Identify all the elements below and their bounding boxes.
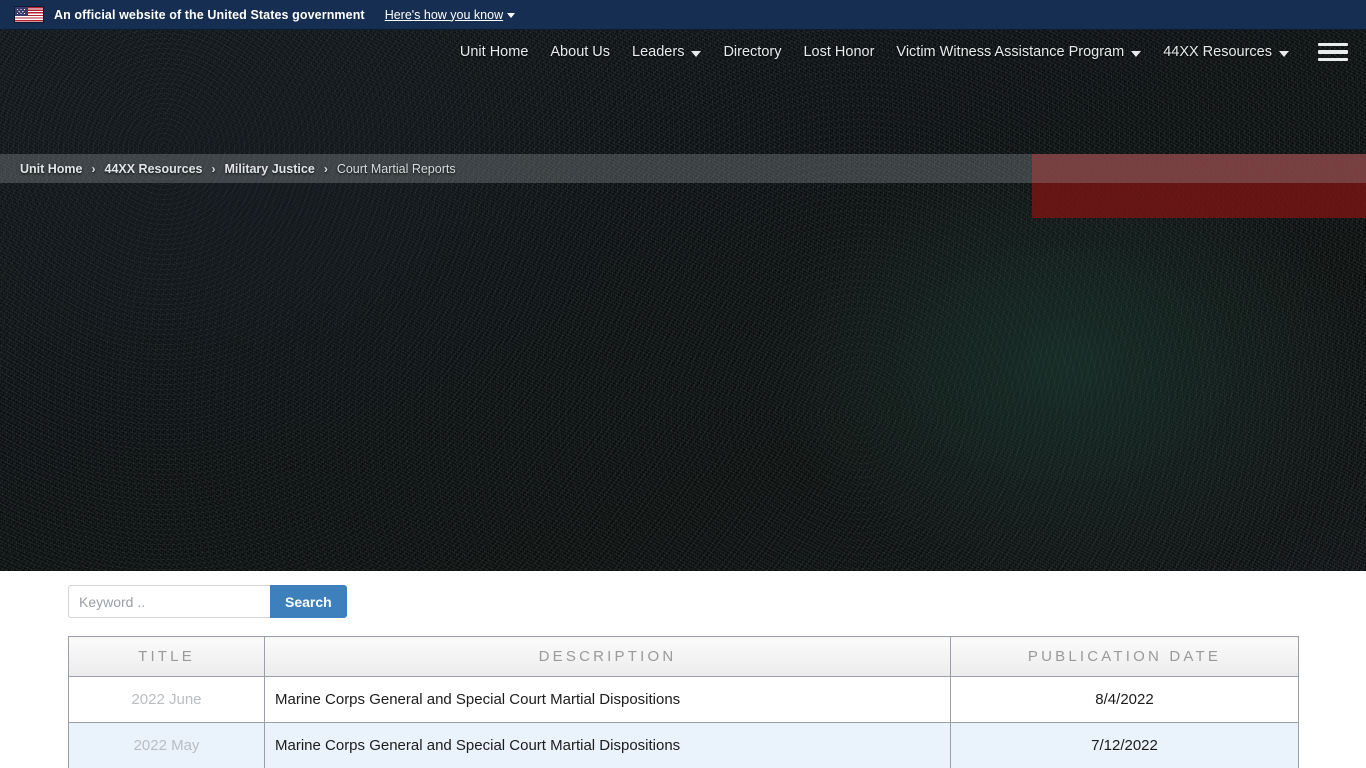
how-you-know-label[interactable]: Here's how you know bbox=[385, 8, 503, 22]
main-content: Search TITLE DESCRIPTION PUBLICATION DAT… bbox=[0, 571, 1366, 768]
breadcrumb-separator-icon: › bbox=[211, 161, 216, 176]
chevron-down-icon bbox=[1131, 50, 1142, 57]
nav-label: Directory bbox=[723, 44, 782, 60]
table-header-row: TITLE DESCRIPTION PUBLICATION DATE bbox=[68, 636, 1299, 677]
table-head: TITLE DESCRIPTION PUBLICATION DATE bbox=[68, 636, 1299, 677]
nav-item-victim-witness-assistance-program[interactable]: Victim Witness Assistance Program bbox=[885, 38, 1152, 66]
column-header-title[interactable]: TITLE bbox=[68, 636, 265, 677]
nav-item-directory[interactable]: Directory bbox=[712, 38, 792, 66]
cell-title: 2022 May bbox=[68, 722, 265, 768]
chevron-down-icon bbox=[507, 13, 516, 18]
cell-title: 2022 June bbox=[68, 676, 265, 723]
cell-description: Marine Corps General and Special Court M… bbox=[264, 676, 951, 723]
breadcrumb: Unit Home › 44XX Resources › Military Ju… bbox=[0, 154, 1366, 183]
column-header-publication-date[interactable]: PUBLICATION DATE bbox=[950, 636, 1299, 677]
chevron-down-icon bbox=[691, 50, 702, 57]
nav-item-unit-home[interactable]: Unit Home bbox=[449, 38, 540, 66]
gov-banner-text: An official website of the United States… bbox=[54, 7, 365, 22]
nav-item-44xx-resources[interactable]: 44XX Resources bbox=[1152, 38, 1300, 66]
gov-banner: An official website of the United States… bbox=[0, 0, 1366, 30]
breadcrumb-item-44xx-resources[interactable]: 44XX Resources bbox=[105, 162, 203, 176]
hamburger-bar bbox=[1318, 50, 1348, 54]
breadcrumb-separator-icon: › bbox=[323, 161, 328, 176]
court-martial-reports-table: TITLE DESCRIPTION PUBLICATION DATE 2022 … bbox=[68, 636, 1299, 768]
nav-label: Lost Honor bbox=[803, 44, 875, 60]
breadcrumb-item-military-justice[interactable]: Military Justice bbox=[224, 162, 314, 176]
breadcrumb-item-unit-home[interactable]: Unit Home bbox=[20, 162, 83, 176]
cell-publication-date: 8/4/2022 bbox=[950, 676, 1299, 723]
us-flag-icon bbox=[14, 6, 44, 23]
main-navigation: Unit Home About Us Leaders Directory Los… bbox=[0, 30, 1366, 74]
nav-label: Unit Home bbox=[459, 44, 529, 60]
chevron-down-icon bbox=[1279, 50, 1289, 57]
breadcrumb-item-court-martial-reports: Court Martial Reports bbox=[336, 161, 456, 176]
nav-item-about-us[interactable]: About Us bbox=[539, 38, 621, 66]
search-bar: Search bbox=[68, 585, 347, 618]
report-link[interactable]: 2022 May bbox=[134, 737, 200, 754]
reports-table-wrapper: TITLE DESCRIPTION PUBLICATION DATE 2022 … bbox=[68, 636, 1299, 768]
nav-item-leaders[interactable]: Leaders bbox=[621, 38, 712, 66]
table-row[interactable]: 2022 June Marine Corps General and Speci… bbox=[68, 676, 1299, 723]
hamburger-bar bbox=[1318, 42, 1348, 47]
nav-label: Victim Witness Assistance Program bbox=[896, 44, 1125, 60]
how-you-know-toggle[interactable]: Here's how you know bbox=[385, 8, 516, 22]
table-body: 2022 June Marine Corps General and Speci… bbox=[68, 676, 1299, 768]
cell-description: Marine Corps General and Special Court M… bbox=[264, 722, 951, 768]
hamburger-bar bbox=[1318, 57, 1348, 62]
hero-banner: Unit Home About Us Leaders Directory Los… bbox=[0, 30, 1366, 571]
nav-label: 44XX Resources bbox=[1163, 44, 1272, 60]
report-link[interactable]: 2022 June bbox=[131, 691, 201, 708]
column-header-description[interactable]: DESCRIPTION bbox=[264, 636, 951, 677]
breadcrumb-separator-icon: › bbox=[91, 161, 96, 176]
hamburger-menu-icon[interactable] bbox=[1318, 42, 1348, 62]
search-button[interactable]: Search bbox=[270, 585, 347, 618]
nav-label: About Us bbox=[550, 44, 611, 60]
nav-items: Unit Home About Us Leaders Directory Los… bbox=[449, 38, 1300, 66]
nav-item-lost-honor[interactable]: Lost Honor bbox=[792, 38, 885, 66]
nav-label: Leaders bbox=[632, 44, 685, 60]
cell-publication-date: 7/12/2022 bbox=[950, 722, 1299, 768]
table-row[interactable]: 2022 May Marine Corps General and Specia… bbox=[68, 722, 1299, 768]
search-input[interactable] bbox=[68, 585, 270, 618]
